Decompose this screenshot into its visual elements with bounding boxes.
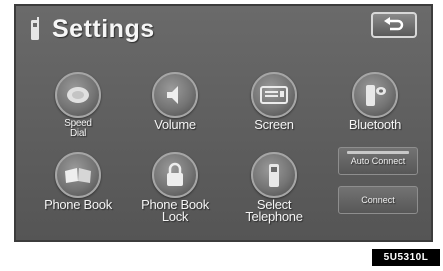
select-telephone-button[interactable]: Select Telephone: [237, 152, 311, 223]
auto-connect-label: Auto Connect: [350, 156, 406, 166]
back-button[interactable]: [371, 12, 417, 38]
speed-dial-button[interactable]: Speed Dial: [41, 72, 115, 139]
bluetooth-button[interactable]: Bluetooth: [338, 72, 412, 131]
connect-label: Connect: [361, 195, 395, 205]
bluetooth-phone-icon: [366, 85, 386, 106]
screen-label: Screen: [254, 117, 294, 132]
connect-button[interactable]: Connect: [338, 186, 418, 214]
phone-book-icon-disc: [55, 152, 101, 198]
padlock-icon: [167, 162, 183, 186]
phone-book-button[interactable]: Phone Book: [41, 152, 115, 211]
phone-book-lock-label: Phone Book Lock: [141, 197, 209, 224]
speed-dial-icon-disc: [55, 72, 101, 118]
phone-book-label: Phone Book: [44, 197, 112, 212]
bluetooth-icon-disc: [352, 72, 398, 118]
screen-icon-disc: [251, 72, 297, 118]
padlock-icon-disc: [152, 152, 198, 198]
screen-button[interactable]: Screen: [237, 72, 311, 131]
auto-connect-indicator: [347, 151, 409, 154]
header: Settings: [30, 12, 155, 46]
page-title: Settings: [52, 14, 155, 43]
telephone-icon-disc: [251, 152, 297, 198]
auto-connect-button[interactable]: Auto Connect: [338, 147, 418, 175]
screen-icon: [260, 86, 288, 104]
phone-book-icon: [65, 168, 91, 183]
volume-icon: [167, 86, 178, 104]
volume-button[interactable]: Volume: [138, 72, 212, 131]
settings-screen: Settings Speed Dial Volume Screen Blueto…: [14, 4, 433, 242]
speed-dial-icon: [67, 87, 89, 103]
phone-book-lock-button[interactable]: Phone Book Lock: [138, 152, 212, 223]
select-telephone-label: Select Telephone: [245, 197, 303, 224]
figure-code-label: 5U5310L: [372, 249, 440, 266]
volume-icon-disc: [152, 72, 198, 118]
bluetooth-label: Bluetooth: [348, 117, 402, 132]
speed-dial-label: Speed Dial: [64, 118, 92, 139]
phone-icon: [31, 17, 39, 40]
back-arrow-icon: [384, 17, 404, 31]
volume-label: Volume: [154, 117, 196, 132]
telephone-handset-icon: [269, 164, 279, 187]
